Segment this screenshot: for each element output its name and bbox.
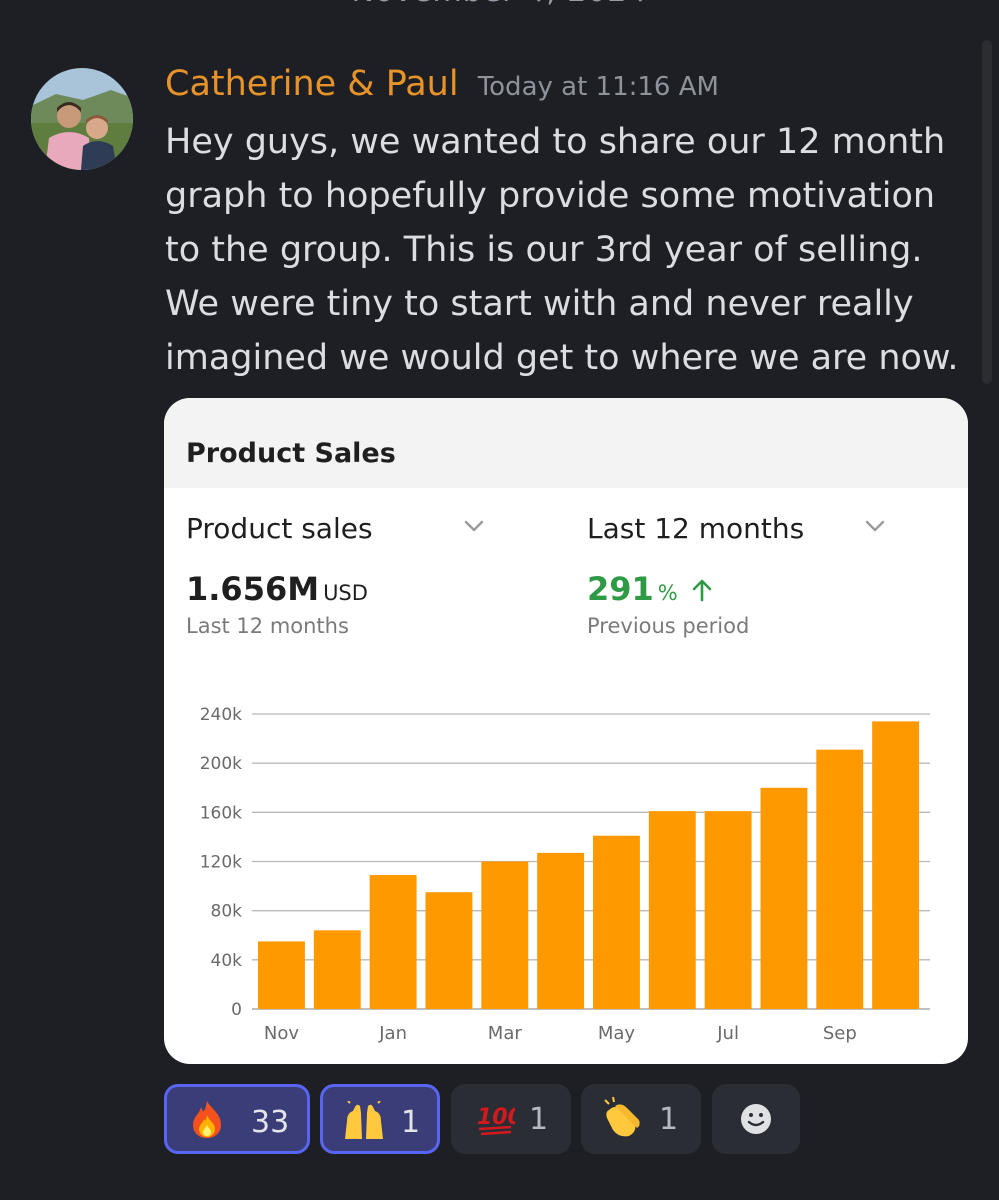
reaction-count: 33 [251,1105,290,1140]
clapping-hands-emoji-icon [604,1096,640,1137]
fire-emoji-icon [193,1101,221,1138]
author-name[interactable]: Catherine & Paul [165,64,459,104]
x-tick-label: Jul [716,1023,739,1044]
reaction-count: 1 [401,1105,421,1140]
bar-sep [816,749,864,1009]
x-tick-label: Nov [264,1023,299,1044]
reaction-count: 1 [659,1102,679,1137]
sales-bar-chart: 0 40k 80k 120k 160k 200k 240k Nov Jan Mar May Jul Se… [200,705,930,1044]
date-divider: November 4, 2024 [0,0,999,9]
message-text: Hey guys, we wanted to share our 12 mont… [165,122,959,378]
reaction-raising-hands[interactable]: 1 [320,1084,440,1154]
add-reaction-button[interactable] [712,1084,800,1154]
message-header: Catherine & Paul Today at 11:16 AM [165,64,719,104]
reaction-clap[interactable]: 1 [581,1084,701,1154]
avatar-photo [31,68,133,170]
x-tick-label: Mar [488,1023,523,1044]
y-tick-label: 240k [200,705,242,725]
bar-nov [258,941,305,1009]
y-tick-label: 200k [200,754,242,774]
reaction-fire[interactable]: 33 [164,1084,310,1154]
bar-oct [872,721,920,1009]
bar-apr [537,852,585,1009]
x-tick-label: May [598,1023,636,1044]
hundred-points-emoji-icon: 100 [477,1105,515,1136]
bar-jan [369,875,417,1009]
x-tick-label: Jan [378,1023,407,1044]
scrollbar[interactable] [982,40,992,384]
raising-hands-emoji-icon [345,1101,383,1139]
bar-mar [481,861,529,1009]
bar-feb [425,892,473,1009]
bar-may [593,835,640,1009]
x-tick-label: Sep [823,1023,857,1044]
avatar[interactable] [31,68,133,170]
bar-jun [648,811,696,1009]
add-reaction-icon [741,1104,771,1134]
bar-jul [704,811,752,1009]
bar-dec [313,930,361,1009]
y-tick-label: 40k [211,951,243,971]
y-tick-label: 80k [211,902,243,922]
bar-aug [760,787,808,1009]
y-tick-label: 0 [231,1000,242,1020]
reaction-hundred[interactable]: 100 1 [451,1084,571,1154]
sales-embed-card[interactable]: Product Sales Product sales Last 12 mont… [164,398,968,1064]
y-tick-label: 120k [200,853,242,873]
reaction-count: 1 [529,1102,549,1137]
message-timestamp[interactable]: Today at 11:16 AM [478,72,719,102]
y-tick-label: 160k [200,803,242,823]
